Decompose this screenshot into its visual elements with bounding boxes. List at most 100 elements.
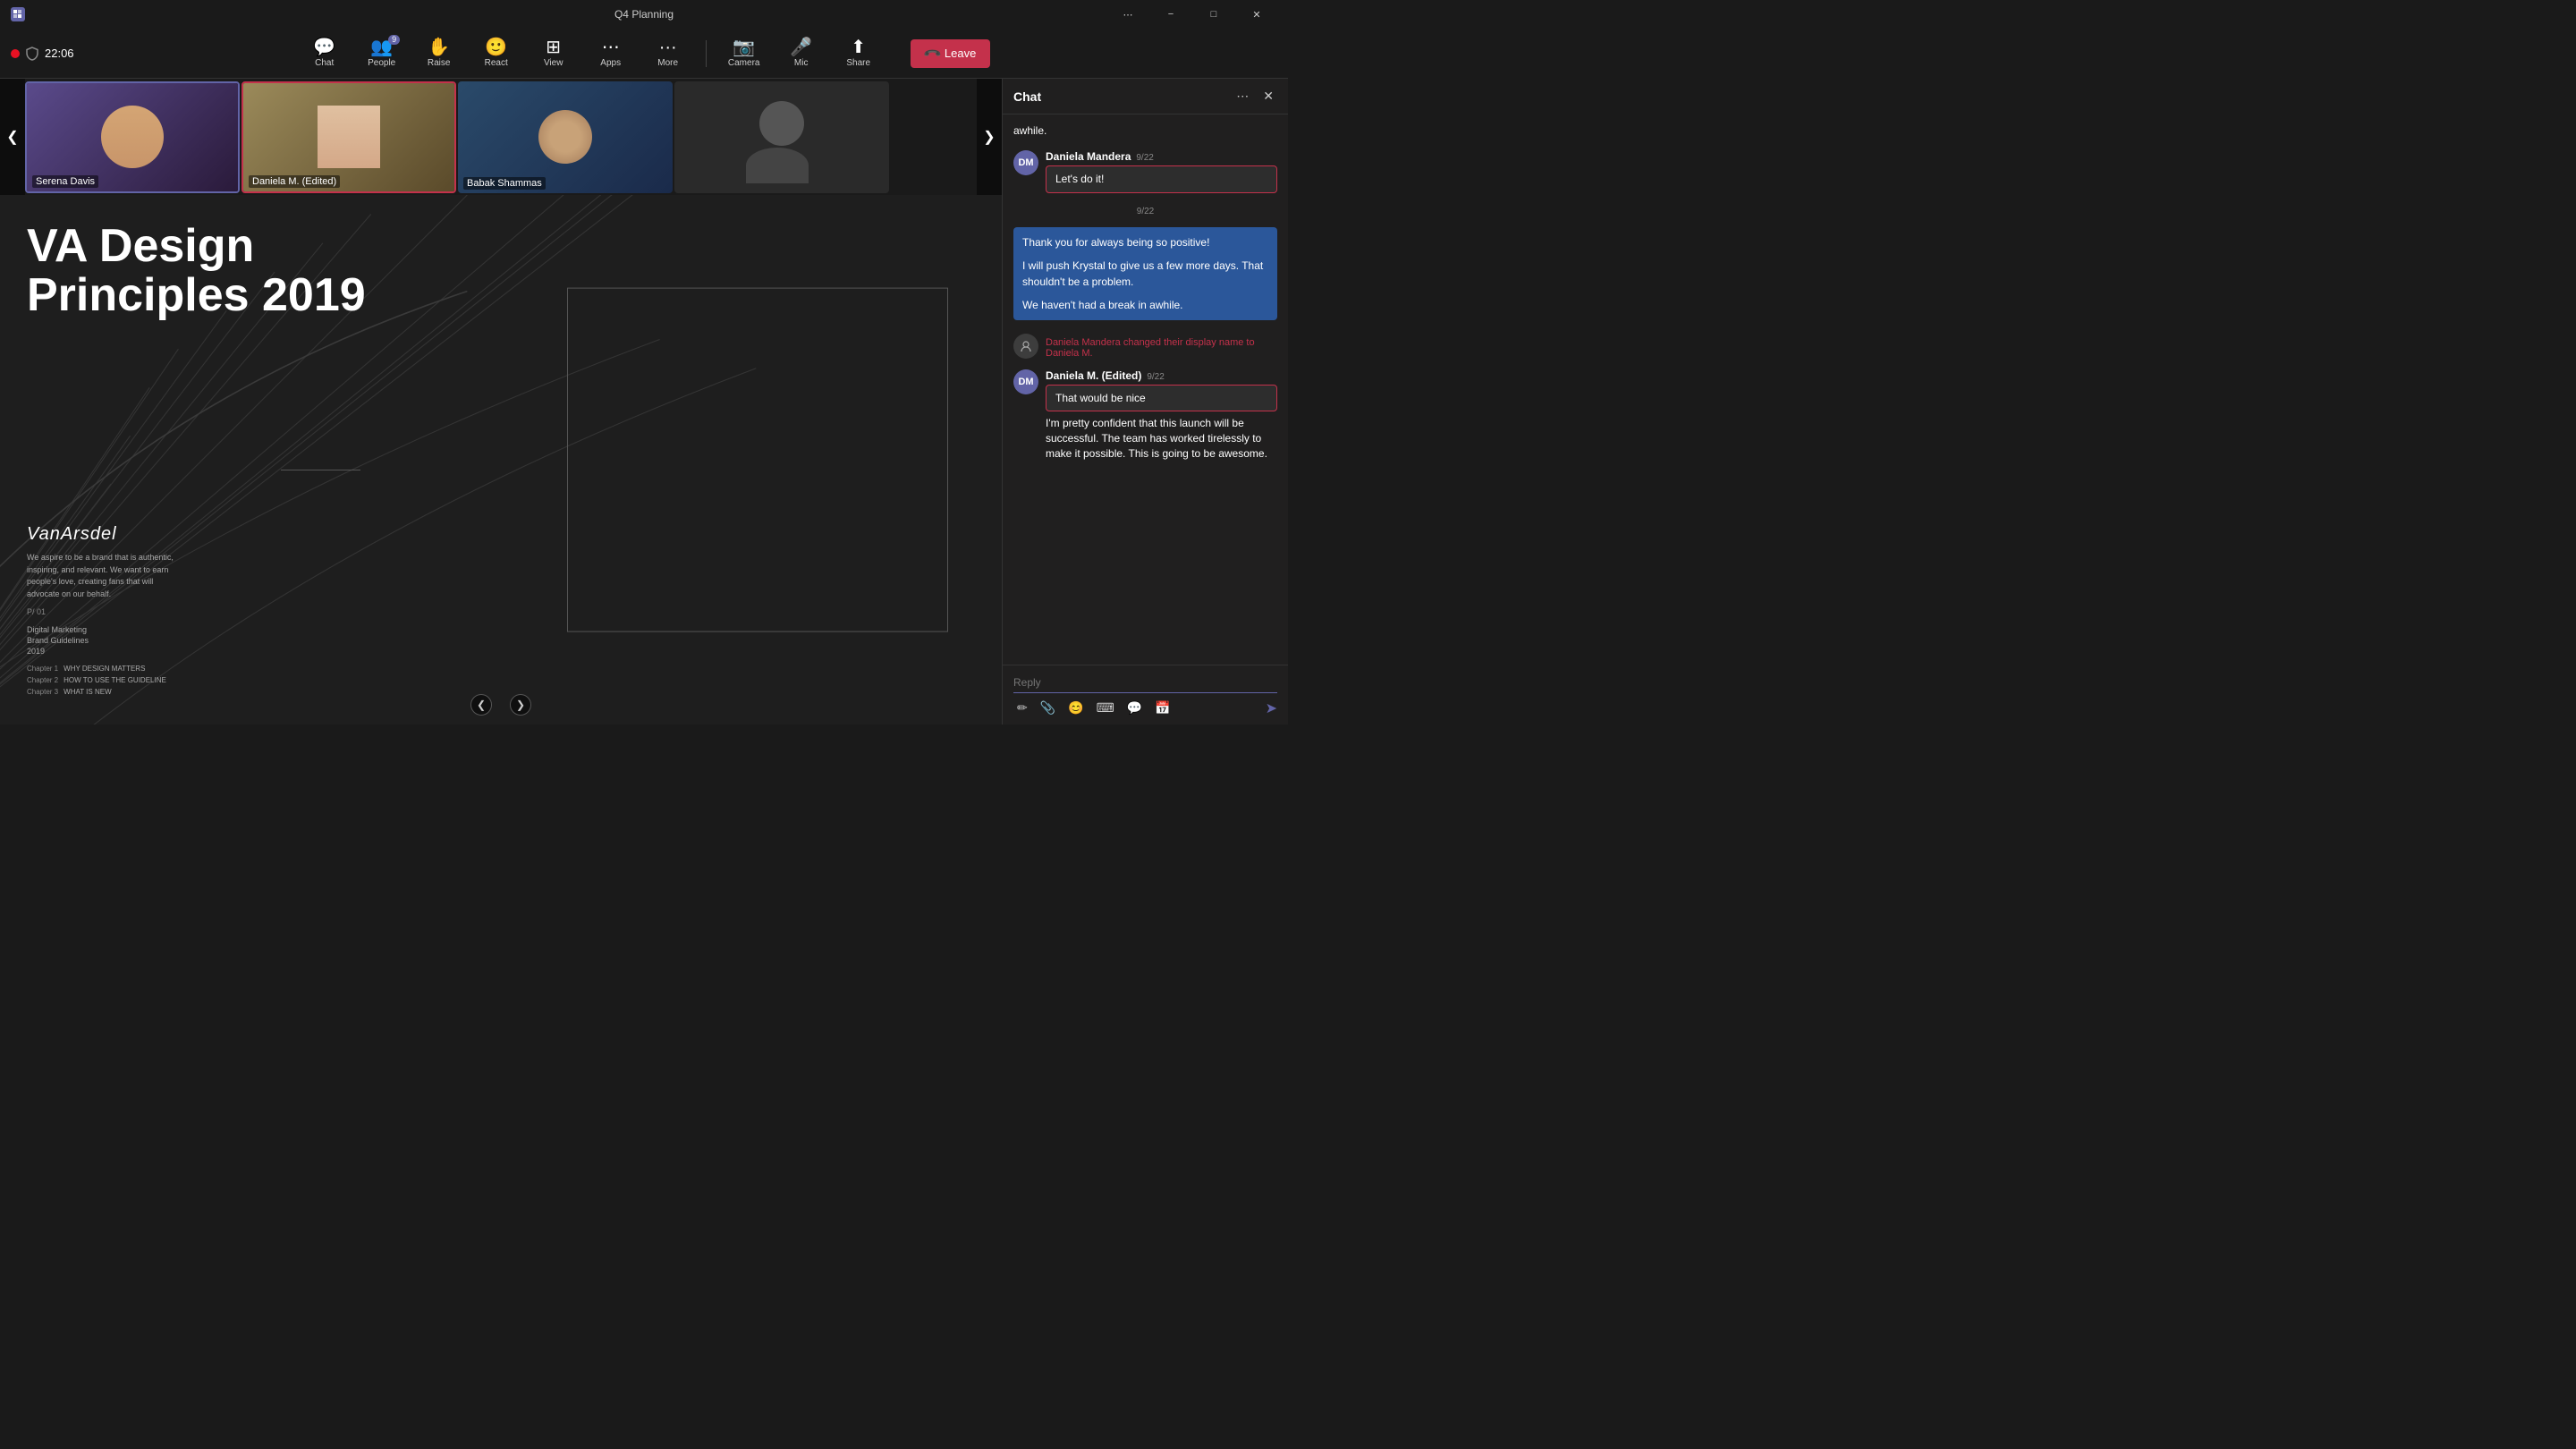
slide-bottom-area: VanArsdel We aspire to be a brand that i… [27, 524, 424, 698]
chat-time-daniela-1: 9/22 [1136, 153, 1153, 163]
more-label: More [657, 58, 678, 68]
chat-button[interactable]: 💬 Chat [298, 35, 352, 72]
chat-sticker-button[interactable]: 💬 [1123, 699, 1146, 717]
chat-content-daniela-1: Daniela Mandera 9/22 Let's do it! [1046, 150, 1277, 196]
react-button[interactable]: 🙂 React [470, 35, 523, 72]
face-daniela [318, 106, 380, 168]
chat-reply-input[interactable] [1013, 673, 1277, 693]
mic-label: Mic [794, 58, 809, 68]
more-icon: ··· [659, 38, 677, 56]
chapter1-row: Chapter 1 WHY DESIGN MATTERS [27, 663, 172, 674]
chat-blue-line-3: We haven't had a break in awhile. [1022, 297, 1268, 313]
slide-prev-button[interactable]: ❮ [470, 694, 492, 716]
leave-label: Leave [945, 47, 976, 60]
chat-format-button[interactable]: ✏ [1013, 699, 1031, 717]
chat-send-button[interactable]: ➤ [1266, 699, 1277, 717]
chat-plain-daniela-2: I'm pretty confident that this launch wi… [1046, 414, 1277, 462]
slide-navigation: ❮ ❯ [470, 694, 531, 716]
toolbar-left-section: 22:06 [11, 47, 74, 61]
close-button[interactable]: ✕ [1236, 0, 1277, 29]
people-button[interactable]: 👥 9 People [355, 35, 409, 72]
people-label: People [368, 58, 395, 68]
chat-avatar-daniela-2: DM [1013, 369, 1038, 394]
view-icon: ⊞ [546, 38, 561, 56]
chat-time-daniela-2: 9/22 [1147, 372, 1164, 382]
react-label: React [485, 58, 508, 68]
chat-label: Chat [315, 58, 334, 68]
head-unknown [759, 101, 804, 146]
more-button[interactable]: ⋯ [1107, 0, 1148, 29]
title-bar: Q4 Planning ⋯ − □ ✕ [0, 0, 1288, 29]
chat-close-button[interactable]: ✕ [1259, 87, 1277, 106]
chat-blue-spacer-2 [1022, 290, 1268, 297]
main-area: ❮ Serena Davis [0, 79, 1288, 724]
chat-msg-header-daniela-1: Daniela Mandera 9/22 [1046, 150, 1277, 163]
chat-msg-header-daniela-2: Daniela M. (Edited) 9/22 [1046, 369, 1277, 382]
chat-more-button[interactable]: ⋯ [1233, 87, 1252, 106]
mic-button[interactable]: 🎤 Mic [775, 35, 828, 72]
app-icon [11, 7, 25, 21]
thumbnail-unknown[interactable] [674, 81, 889, 193]
chat-schedule-button[interactable]: 📅 [1151, 699, 1174, 717]
chat-system-text: Daniela Mandera changed their display na… [1046, 334, 1277, 359]
people-icon: 👥 9 [370, 38, 393, 56]
avatar-babak [538, 110, 592, 164]
participant-thumbnails: ❮ Serena Davis [0, 79, 1002, 195]
people-count: 9 [388, 35, 400, 45]
window-title: Q4 Planning [614, 8, 674, 21]
face-serena [101, 106, 164, 168]
chat-message-group-daniela-1: DM Daniela Mandera 9/22 Let's do it! [1013, 150, 1277, 196]
avatar-daniela [318, 106, 380, 168]
slide-text-area: VA Design Principles 2019 VanArsdel We a… [0, 195, 451, 724]
chat-blue-line-1: Thank you for always being so positive! [1022, 234, 1268, 250]
slide-page: P/ 01 [27, 607, 424, 616]
raise-button[interactable]: ✋ Raise [412, 35, 466, 72]
presentation-area: VA Design Principles 2019 VanArsdel We a… [0, 195, 1002, 724]
meeting-toolbar: 22:06 💬 Chat 👥 9 People ✋ Raise 🙂 React … [0, 29, 1288, 79]
minimize-button[interactable]: − [1150, 0, 1191, 29]
chat-blue-spacer-1 [1022, 250, 1268, 258]
chat-blue-line-2: I will push Krystal to give us a few mor… [1022, 258, 1268, 290]
body-unknown [746, 148, 809, 183]
maximize-button[interactable]: □ [1193, 0, 1234, 29]
slide-year: 2019 [27, 647, 424, 656]
chat-emoji-button[interactable]: 😊 [1064, 699, 1087, 717]
thumb-name-serena: Serena Davis [32, 175, 98, 188]
chat-formatting-toolbar: ✏ 📎 😊 ⌨ 💬 📅 ➤ [1013, 699, 1277, 717]
thumb-video-unknown [674, 81, 889, 193]
chat-avatar-daniela-1: DM [1013, 150, 1038, 175]
chapter1-label: Chapter 1 [27, 663, 64, 674]
camera-label: Camera [728, 58, 760, 68]
chat-message-continuation: awhile. [1013, 122, 1277, 140]
view-button[interactable]: ⊞ View [527, 35, 580, 72]
more-button[interactable]: ··· More [641, 35, 695, 72]
chat-giphy-button[interactable]: ⌨ [1093, 699, 1118, 717]
chat-footer: ✏ 📎 😊 ⌨ 💬 📅 ➤ [1003, 665, 1288, 724]
shield-icon [25, 47, 39, 61]
thumb-next-button[interactable]: ❯ [977, 79, 1002, 195]
leave-button[interactable]: 📞 Leave [911, 39, 991, 68]
thumb-prev-button[interactable]: ❮ [0, 79, 25, 195]
chat-attach-button[interactable]: 📎 [1037, 699, 1059, 717]
camera-icon: 📷 [733, 38, 755, 56]
react-icon: 🙂 [485, 38, 507, 56]
thumbnail-babak[interactable]: Babak Shammas [458, 81, 673, 193]
digital-marketing: Digital Marketing [27, 625, 424, 634]
thumb-name-babak: Babak Shammas [463, 177, 546, 190]
apps-label: Apps [600, 58, 621, 68]
chat-date-divider: 9/22 [1013, 203, 1277, 220]
thumbnail-serena-davis[interactable]: Serena Davis [25, 81, 240, 193]
slide-next-button[interactable]: ❯ [510, 694, 531, 716]
camera-button[interactable]: 📷 Camera [717, 35, 771, 72]
window-controls: ⋯ − □ ✕ [1107, 0, 1277, 29]
chat-icon: 💬 [313, 38, 335, 56]
chat-sender-daniela-1: Daniela Mandera [1046, 150, 1131, 163]
share-button[interactable]: ⬆ Share [832, 35, 886, 72]
view-label: View [544, 58, 564, 68]
chapter1-title: WHY DESIGN MATTERS [64, 663, 172, 674]
thumbnail-daniela[interactable]: Daniela M. (Edited) [242, 81, 456, 193]
apps-button[interactable]: ⋯ Apps [584, 35, 638, 72]
slide-main-title: VA Design Principles 2019 [27, 222, 424, 319]
chat-input-row [1013, 673, 1277, 693]
share-label: Share [846, 58, 870, 68]
